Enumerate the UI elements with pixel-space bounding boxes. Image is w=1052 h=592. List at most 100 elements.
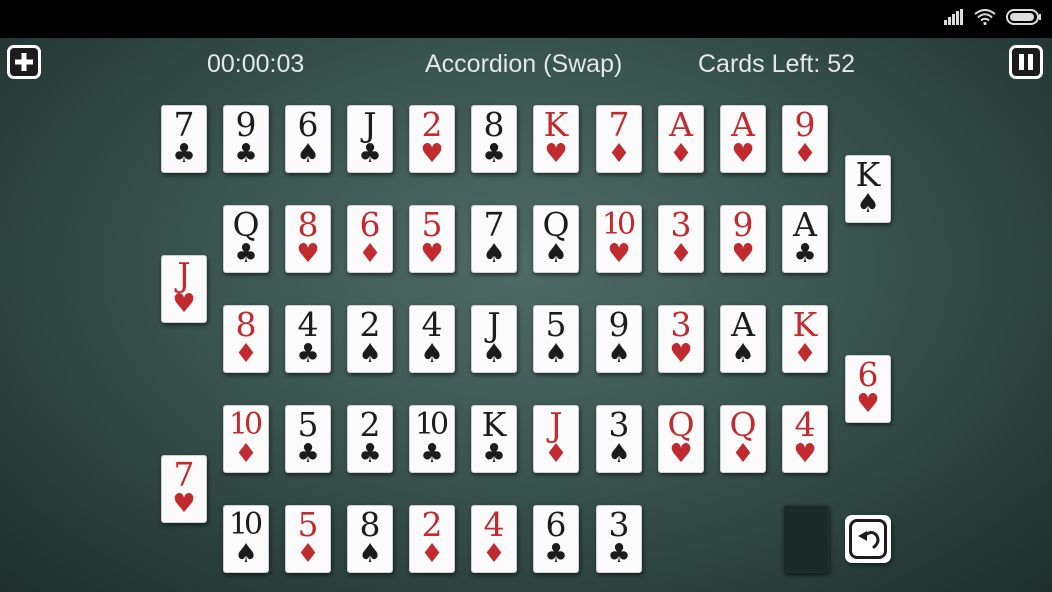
playing-card[interactable]: 10 ♥ (596, 205, 642, 273)
card-rank: 9 (794, 105, 816, 144)
card-suit-icon: ♣ (482, 439, 506, 469)
undo-button[interactable] (845, 515, 891, 563)
playing-card[interactable]: Q ♦ (720, 405, 766, 473)
playing-card[interactable]: A ♦ (658, 105, 704, 173)
playing-card[interactable]: 7 ♦ (596, 105, 642, 173)
battery-icon (1006, 9, 1042, 29)
playing-card[interactable]: 2 ♣ (347, 405, 393, 473)
card-rank: 3 (608, 405, 630, 444)
card-suit-icon: ♦ (482, 539, 506, 569)
playing-card[interactable]: J ♣ (347, 105, 393, 173)
card-suit-icon: ♥ (544, 139, 568, 169)
playing-card[interactable]: 7 ♣ (161, 105, 207, 173)
playing-card[interactable]: 7 ♥ (161, 455, 207, 523)
playing-card[interactable]: 6 ♠ (285, 105, 331, 173)
playing-card[interactable]: 10 ♣ (409, 405, 455, 473)
playing-card[interactable]: A ♣ (782, 205, 828, 273)
card-rank: 10 (228, 507, 263, 542)
card-suit-icon: ♦ (731, 439, 755, 469)
playing-card[interactable]: K ♣ (471, 405, 517, 473)
card-rank: Q (542, 205, 570, 244)
playing-card[interactable]: 9 ♥ (720, 205, 766, 273)
card-rank: 4 (794, 405, 816, 444)
card-rank: A (731, 305, 755, 344)
undo-frame (849, 519, 887, 559)
playing-card[interactable]: 5 ♦ (285, 505, 331, 573)
playing-card[interactable]: 6 ♦ (347, 205, 393, 273)
card-rank: 5 (421, 205, 443, 244)
card-rank: A (669, 105, 693, 144)
signal-icon (944, 9, 964, 29)
card-rank: 9 (608, 305, 630, 344)
card-rank: 8 (297, 205, 319, 244)
playing-card[interactable]: A ♠ (720, 305, 766, 373)
card-rank: A (793, 205, 817, 244)
playing-card[interactable]: 4 ♣ (285, 305, 331, 373)
playing-card[interactable]: 7 ♠ (471, 205, 517, 273)
card-suit-icon: ♥ (420, 139, 444, 169)
card-suit-icon: ♥ (856, 389, 880, 419)
playing-card[interactable]: 5 ♥ (409, 205, 455, 273)
card-rank: 7 (483, 205, 505, 244)
playing-card[interactable]: 10 ♦ (223, 405, 269, 473)
playing-card[interactable]: 8 ♦ (223, 305, 269, 373)
playing-card[interactable]: K ♥ (533, 105, 579, 173)
card-rank: K (481, 405, 507, 444)
playing-card[interactable]: 3 ♥ (658, 305, 704, 373)
card-rank: Q (667, 405, 695, 444)
playing-card[interactable]: 4 ♥ (782, 405, 828, 473)
card-rank: J (487, 305, 501, 344)
playing-card[interactable]: 8 ♠ (347, 505, 393, 573)
playing-card[interactable]: 9 ♦ (782, 105, 828, 173)
card-suit-icon: ♠ (482, 339, 506, 369)
playing-card[interactable]: 3 ♠ (596, 405, 642, 473)
playing-card[interactable]: 9 ♣ (223, 105, 269, 173)
card-suit-icon: ♦ (793, 339, 817, 369)
playing-card[interactable]: Q ♣ (223, 205, 269, 273)
card-rank: Q (729, 405, 757, 444)
playing-card[interactable]: 9 ♠ (596, 305, 642, 373)
card-suit-icon: ♦ (296, 539, 320, 569)
card-suit-icon: ♣ (482, 139, 506, 169)
card-suit-icon: ♠ (358, 339, 382, 369)
card-suit-icon: ♠ (482, 239, 506, 269)
playing-card[interactable]: J ♥ (161, 255, 207, 323)
card-suit-icon: ♥ (420, 239, 444, 269)
playing-card[interactable]: J ♦ (533, 405, 579, 473)
playing-card[interactable]: 3 ♦ (658, 205, 704, 273)
playing-card[interactable]: 5 ♣ (285, 405, 331, 473)
menu-button[interactable] (7, 45, 41, 79)
card-rank: 3 (670, 305, 692, 344)
playing-card[interactable]: 4 ♦ (471, 505, 517, 573)
playing-card[interactable]: Q ♠ (533, 205, 579, 273)
card-rank: 5 (545, 305, 567, 344)
card-suit-icon: ♣ (172, 139, 196, 169)
playing-card[interactable]: 8 ♥ (285, 205, 331, 273)
playing-card[interactable]: 2 ♠ (347, 305, 393, 373)
playing-card[interactable]: K ♠ (845, 155, 891, 223)
playing-card[interactable]: 2 ♦ (409, 505, 455, 573)
playing-card[interactable]: J ♠ (471, 305, 517, 373)
playing-card[interactable]: A ♥ (720, 105, 766, 173)
card-rank: K (792, 305, 818, 344)
playing-card[interactable]: Q ♥ (658, 405, 704, 473)
playing-card[interactable]: 3 ♣ (596, 505, 642, 573)
playing-card[interactable]: 5 ♠ (533, 305, 579, 373)
playing-card[interactable]: 6 ♣ (533, 505, 579, 573)
playing-card[interactable]: 10 ♠ (223, 505, 269, 573)
playing-card[interactable]: 2 ♥ (409, 105, 455, 173)
card-rank: 7 (173, 105, 195, 144)
playing-card[interactable]: 8 ♣ (471, 105, 517, 173)
playing-card[interactable]: 4 ♠ (409, 305, 455, 373)
game-header: 00:00:03 Accordion (Swap) Cards Left: 52 (0, 38, 1052, 90)
undo-icon (858, 531, 880, 549)
playing-card[interactable]: K ♦ (782, 305, 828, 373)
stock-pile[interactable] (783, 505, 829, 573)
card-suit-icon: ♥ (296, 239, 320, 269)
playing-card[interactable]: 6 ♥ (845, 355, 891, 423)
card-rank: 10 (601, 207, 636, 242)
card-suit-icon: ♠ (234, 539, 258, 569)
card-rank: 4 (297, 305, 319, 344)
card-rank: 2 (421, 505, 443, 544)
pause-button[interactable] (1009, 45, 1043, 79)
